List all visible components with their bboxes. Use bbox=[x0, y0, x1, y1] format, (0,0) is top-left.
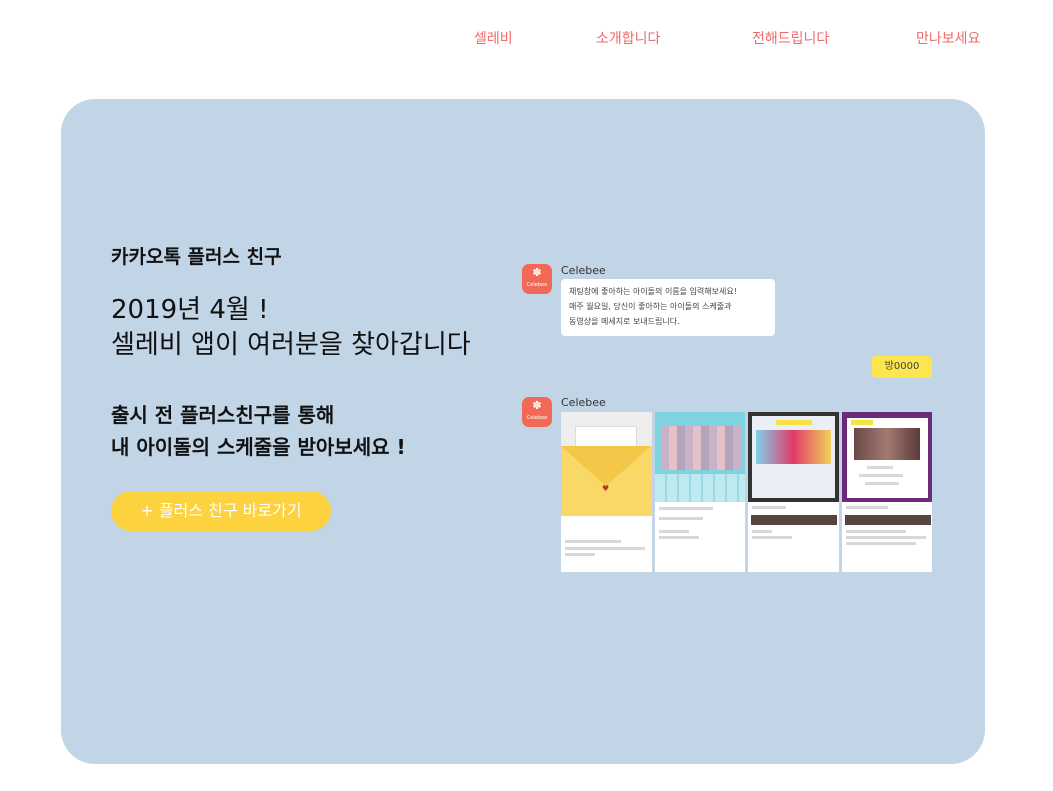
hero-description: 출시 전 플러스친구를 통해 내 아이돌의 스케줄을 받아보세요 ! bbox=[111, 399, 406, 463]
bubble-line-3: 동영상을 메세지로 보내드립니다. bbox=[569, 317, 680, 326]
kakao-chat-preview: ✽ Celebee Celebee 채팅창에 좋아하는 아이돌의 이름을 입력해… bbox=[522, 259, 942, 579]
chat-message-bubble: 채팅창에 좋아하는 아이돌의 이름을 입력해보세요! 매주 월요일, 당신이 좋… bbox=[561, 279, 775, 336]
nav-item-introduce[interactable]: 소개합니다 bbox=[596, 28, 660, 48]
user-reply-bubble: 방0000 bbox=[872, 356, 932, 378]
hero-subtitle: 카카오톡 플러스 친구 bbox=[111, 246, 282, 268]
nav-item-meet[interactable]: 만나보세요 bbox=[916, 28, 980, 48]
description-line-1: 출시 전 플러스친구를 통해 bbox=[111, 403, 335, 427]
schedule-card[interactable]: ♥ bbox=[561, 412, 652, 572]
card-thumbnail-group-photo bbox=[654, 412, 745, 502]
bubble-line-2: 매주 월요일, 당신이 좋아하는 아이돌의 스케줄과 bbox=[569, 302, 732, 311]
nav-item-deliver[interactable]: 전해드립니다 bbox=[752, 28, 829, 48]
schedule-card[interactable] bbox=[654, 412, 745, 572]
card-action-button[interactable] bbox=[751, 515, 837, 525]
card-thumbnail-photo bbox=[841, 412, 932, 502]
nav-item-celebee[interactable]: 셀레비 bbox=[474, 28, 513, 48]
hero-panel: 카카오톡 플러스 친구 2019년 4월 ! 셀레비 앱이 여러분을 찾아갑니다… bbox=[61, 99, 985, 764]
schedule-card-carousel: ♥ bbox=[561, 412, 932, 572]
chat-sender-name: Celebee bbox=[561, 396, 606, 409]
schedule-card[interactable] bbox=[748, 412, 839, 572]
chat-sender-name: Celebee bbox=[561, 264, 606, 277]
celebee-avatar-icon: ✽ Celebee bbox=[522, 397, 552, 427]
plus-friend-button[interactable]: + 플러스 친구 바로가기 bbox=[111, 491, 331, 531]
headline-line-1: 2019년 4월 ! bbox=[111, 295, 269, 325]
schedule-card[interactable] bbox=[841, 412, 932, 572]
hero-headline: 2019년 4월 ! 셀레비 앱이 여러분을 찾아갑니다 bbox=[111, 293, 471, 363]
bubble-line-1: 채팅창에 좋아하는 아이돌의 이름을 입력해보세요! bbox=[569, 287, 737, 296]
celebee-avatar-icon: ✽ Celebee bbox=[522, 264, 552, 294]
heart-icon: ♥ bbox=[602, 484, 610, 493]
top-nav: 셀레비 소개합니다 전해드립니다 만나보세요 bbox=[0, 28, 1053, 48]
card-thumbnail-envelope: ♥ bbox=[561, 412, 652, 516]
headline-line-2: 셀레비 앱이 여러분을 찾아갑니다 bbox=[111, 330, 471, 360]
card-thumbnail-poster bbox=[748, 412, 839, 502]
card-action-button[interactable] bbox=[844, 515, 931, 525]
description-line-2: 내 아이돌의 스케줄을 받아보세요 ! bbox=[111, 435, 406, 459]
